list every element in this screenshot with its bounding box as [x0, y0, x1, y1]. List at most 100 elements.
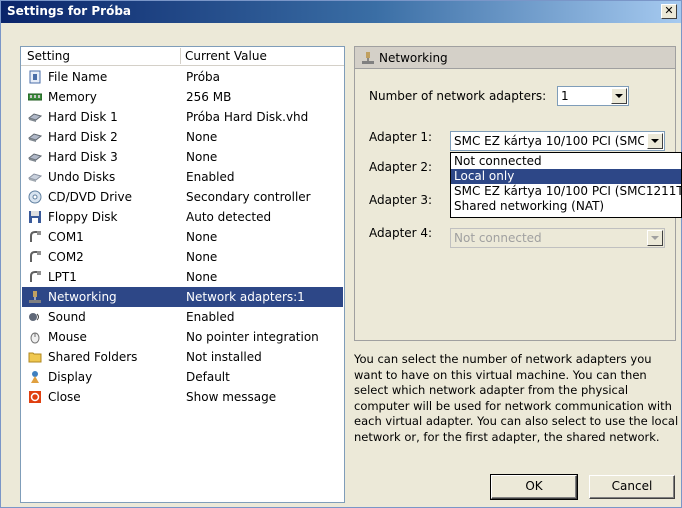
- chevron-down-icon[interactable]: [647, 133, 663, 149]
- num-adapters-value: 1: [561, 89, 569, 103]
- panel-header: Networking: [355, 47, 675, 69]
- setting-value: 256 MB: [186, 90, 232, 104]
- panel-title: Networking: [379, 51, 448, 65]
- list-item-shared-folders[interactable]: Shared Folders Not installed: [22, 347, 343, 367]
- list-item-floppy-disk[interactable]: Floppy Disk Auto detected: [22, 207, 343, 227]
- setting-value: None: [186, 130, 218, 144]
- setting-name: Close: [48, 390, 81, 404]
- adapter1-value: SMC EZ kártya 10/100 PCI (SMC1: [454, 134, 644, 148]
- floppy-icon: [29, 211, 41, 223]
- setting-value: None: [186, 230, 218, 244]
- list-item-undo-disks[interactable]: Undo Disks Enabled: [22, 167, 343, 187]
- settings-list[interactable]: Setting Current Value File Name Próba Me…: [20, 46, 345, 503]
- sound-icon: [29, 313, 39, 321]
- column-header-setting[interactable]: Setting: [27, 49, 70, 63]
- setting-name: CD/DVD Drive: [48, 190, 132, 204]
- port-icon: [30, 251, 41, 262]
- ok-button[interactable]: OK: [490, 474, 578, 500]
- close-window-button[interactable]: ✕: [661, 4, 677, 19]
- network-icon: [29, 291, 41, 303]
- num-adapters-label: Number of network adapters:: [369, 89, 547, 103]
- dropdown-option-not-connected[interactable]: Not connected: [451, 154, 681, 169]
- undo-disk-icon: [28, 173, 42, 182]
- folder-icon: [28, 352, 42, 363]
- setting-value: Default: [186, 370, 230, 384]
- list-item-hard-disk-1[interactable]: Hard Disk 1 Próba Hard Disk.vhd: [22, 107, 343, 127]
- dropdown-option-shared-nat[interactable]: Shared networking (NAT): [451, 199, 681, 214]
- setting-value: Show message: [186, 390, 277, 404]
- close-icon: [29, 391, 41, 403]
- network-icon: [362, 52, 374, 64]
- adapter4-select[interactable]: Not connected: [450, 228, 665, 248]
- window-title: Settings for Próba: [7, 4, 132, 18]
- harddisk-icon: [28, 113, 42, 122]
- adapter4-value: Not connected: [454, 231, 542, 245]
- setting-name: Hard Disk 2: [48, 130, 118, 144]
- setting-value: Network adapters:1: [186, 290, 305, 304]
- list-item-close[interactable]: Close Show message: [22, 387, 343, 407]
- list-item-hard-disk-2[interactable]: Hard Disk 2 None: [22, 127, 343, 147]
- setting-value: Enabled: [186, 170, 235, 184]
- list-item-cd-dvd-drive[interactable]: CD/DVD Drive Secondary controller: [22, 187, 343, 207]
- setting-value: Auto detected: [186, 210, 272, 224]
- list-item-hard-disk-3[interactable]: Hard Disk 3 None: [22, 147, 343, 167]
- list-item-display[interactable]: Display Default: [22, 367, 343, 387]
- setting-value: None: [186, 250, 218, 264]
- list-item-mouse[interactable]: Mouse No pointer integration: [22, 327, 343, 347]
- setting-name: Memory: [48, 90, 97, 104]
- cd-icon: [28, 190, 42, 204]
- adapter1-select[interactable]: SMC EZ kártya 10/100 PCI (SMC1: [450, 131, 665, 151]
- harddisk-icon: [28, 133, 42, 142]
- setting-value: Secondary controller: [186, 190, 311, 204]
- adapter4-label: Adapter 4:: [369, 226, 433, 240]
- chevron-down-icon[interactable]: [647, 230, 663, 246]
- harddisk-icon: [28, 153, 42, 162]
- setting-value: Próba Hard Disk.vhd: [186, 110, 309, 124]
- setting-name: Sound: [48, 310, 86, 324]
- list-item-networking[interactable]: Networking Network adapters:1: [22, 287, 343, 307]
- setting-name: Floppy Disk: [48, 210, 118, 224]
- adapter2-label: Adapter 2:: [369, 160, 433, 174]
- adapter1-dropdown-list[interactable]: Not connected Local only SMC EZ kártya 1…: [450, 152, 682, 218]
- adapter1-label: Adapter 1:: [369, 130, 433, 144]
- setting-name: Undo Disks: [48, 170, 116, 184]
- list-item-file-name[interactable]: File Name Próba: [22, 67, 343, 87]
- setting-name: Mouse: [48, 330, 87, 344]
- setting-value: Not installed: [186, 350, 262, 364]
- title-bar[interactable]: Settings for Próba ✕: [1, 1, 681, 23]
- column-header-value[interactable]: Current Value: [185, 49, 267, 63]
- setting-name: Shared Folders: [48, 350, 138, 364]
- dropdown-option-smc-adapter[interactable]: SMC EZ kártya 10/100 PCI (SMC1211TX): [451, 184, 681, 199]
- cancel-button[interactable]: Cancel: [589, 475, 675, 499]
- settings-dialog: Settings for Próba ✕ Setting Current Val…: [0, 0, 682, 508]
- list-item-memory[interactable]: Memory 256 MB: [22, 87, 343, 107]
- list-item-sound[interactable]: Sound Enabled: [22, 307, 343, 327]
- list-header: Setting Current Value: [21, 47, 344, 66]
- list-item-com2[interactable]: COM2 None: [22, 247, 343, 267]
- dropdown-option-local-only[interactable]: Local only: [451, 169, 681, 184]
- list-item-lpt1[interactable]: LPT1 None: [22, 267, 343, 287]
- setting-name: Hard Disk 3: [48, 150, 118, 164]
- setting-name: Hard Disk 1: [48, 110, 118, 124]
- list-item-com1[interactable]: COM1 None: [22, 227, 343, 247]
- num-adapters-select[interactable]: 1: [557, 86, 629, 106]
- setting-name: COM1: [48, 230, 84, 244]
- setting-name: LPT1: [48, 270, 77, 284]
- setting-value: None: [186, 270, 218, 284]
- display-icon: [31, 371, 39, 383]
- setting-name: Networking: [48, 290, 117, 304]
- setting-name: Display: [48, 370, 93, 384]
- setting-value: Próba: [186, 70, 221, 84]
- setting-value: Enabled: [186, 310, 235, 324]
- setting-value: None: [186, 150, 218, 164]
- chevron-down-icon[interactable]: [611, 88, 627, 104]
- adapter3-label: Adapter 3:: [369, 193, 433, 207]
- help-description: You can select the number of network ada…: [354, 352, 679, 444]
- setting-name: File Name: [48, 70, 108, 84]
- setting-name: COM2: [48, 250, 84, 264]
- file-icon: [29, 70, 41, 84]
- port-icon: [30, 231, 41, 242]
- port-icon: [30, 271, 41, 282]
- mouse-icon: [30, 332, 40, 344]
- column-separator[interactable]: [180, 48, 181, 64]
